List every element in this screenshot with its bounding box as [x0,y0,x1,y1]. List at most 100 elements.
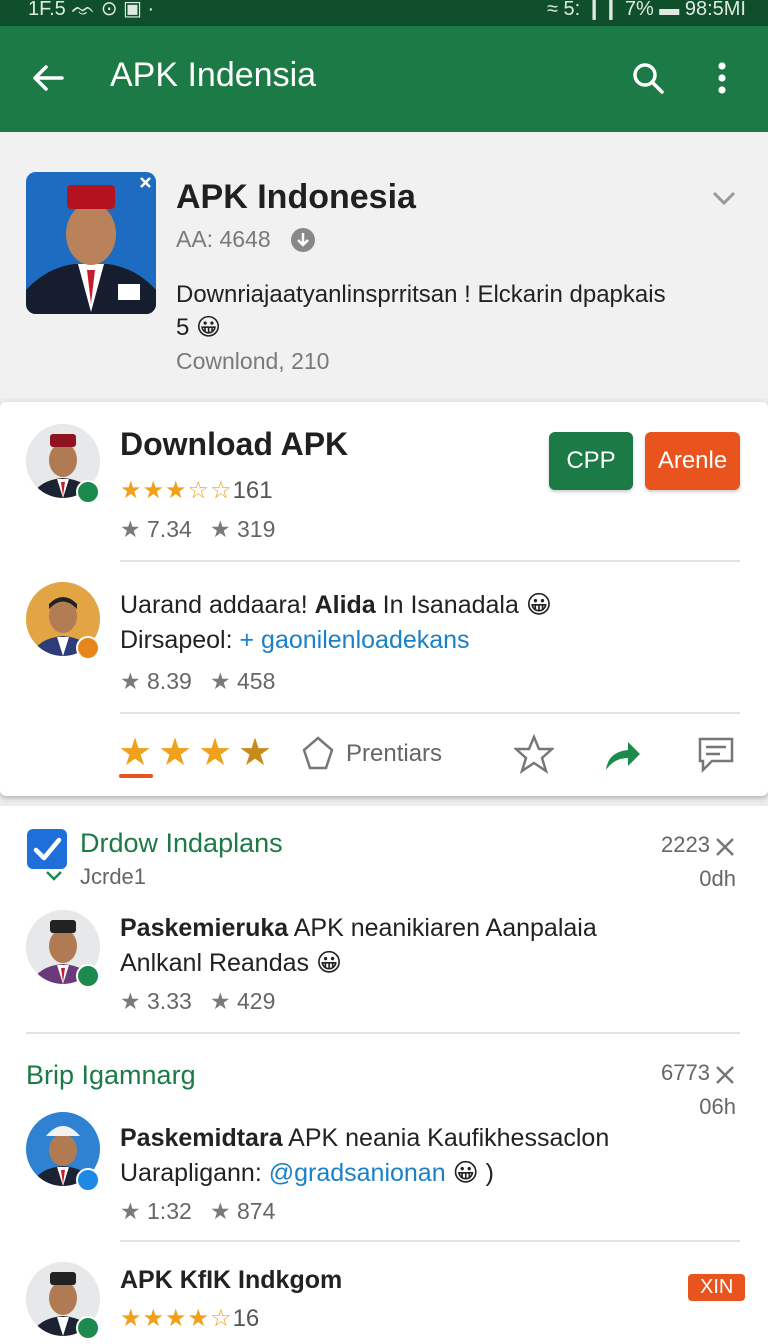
card-stat-b: ★ 319 [210,516,275,543]
app-header: APK Indonesia AA: 4648 Downriajaatyanlin… [0,132,768,398]
status-right: ≈ 5: ❙❙ 7% ▬ 98:5MI [546,0,746,20]
card-stat-a: ★ 7.34 [120,516,192,543]
item-2-stat-a-value: 1:32 [147,1198,192,1224]
download-card: Download APK ★★★☆☆161 ★ 7.34 ★ 319 CPP A… [0,402,768,796]
rate-star-2[interactable]: ★ [158,730,192,775]
rating-stars: ★★★☆☆161 [120,476,273,505]
divider [26,1032,740,1034]
item-2-title-rest: APK neania Kaufikhessaclon [282,1124,610,1152]
item-2-line-2: Uarapligann: @gradsanionan 😀 ) [120,1158,494,1188]
item-3-tag[interactable]: XIN [688,1274,746,1301]
section-title-1[interactable]: Drdow Indaplans [80,828,283,859]
star-icon: ★ [120,516,141,542]
rate-label[interactable]: Prentiars [346,740,442,768]
section-time-2: 06h [699,1094,736,1119]
rate-star-1[interactable]: ★ [118,730,152,775]
verified-badge-icon [76,964,100,988]
tag-outline-icon[interactable] [298,734,338,774]
verified-badge-icon [76,1316,100,1340]
item-3-title[interactable]: APK KfIK Indkgom [120,1266,342,1295]
app-bar-title: APK Indensia [110,56,317,94]
stars-glyphs: ★★★☆☆ [120,477,233,504]
close-icon[interactable] [714,1064,736,1086]
star-outline-icon[interactable] [514,734,554,774]
feed-list: Drdow Indaplans Jcrde1 2223 0dh Paskemie… [0,806,768,1344]
post-link[interactable]: + gaonilenloadekans [240,626,470,654]
item-1-author: Paskemieruka [120,914,289,942]
item-2-stat-a: ★ 1:32 [120,1198,192,1225]
item-2-line-end: 😀 ) [445,1159,494,1187]
item-2-link[interactable]: @gradsanionan [269,1159,446,1187]
item-1-stat-b: ★ 429 [210,988,275,1015]
section-title-2[interactable]: Brip Igamnarg [26,1060,196,1091]
rate-underline [119,774,153,778]
post-stat-b: ★ 458 [210,668,275,695]
section-count-1: 2223 [661,832,710,857]
close-icon[interactable] [714,836,736,858]
star-icon: ★ [120,988,141,1014]
post-stat-b-value: 458 [237,668,276,694]
card-stat-b-value: 319 [237,516,276,542]
status-badge-icon [76,636,100,660]
post-stat-a-value: 8.39 [147,668,192,694]
more-vert-icon[interactable] [712,58,732,98]
primary-button[interactable]: CPP [549,432,633,490]
share-arrow-icon[interactable] [602,734,642,774]
item-1-line-2: Anlkanl Reandas 😀 [120,949,343,977]
divider [120,560,740,562]
rate-star-4[interactable]: ★ [238,730,272,775]
star-icon: ★ [210,988,231,1014]
checkbox-icon[interactable] [26,828,68,870]
item-1-stat-a-value: 3.33 [147,988,192,1014]
search-icon[interactable] [628,58,668,98]
item-2-author: Paskemidtara [120,1124,283,1152]
chevron-down-icon[interactable] [710,184,738,212]
item-3-rating-count: 16 [232,1305,260,1332]
item-2-label: Uarapligann: [120,1159,269,1187]
comment-icon[interactable] [696,734,736,774]
item-1-title-rest: APK neanikiaren Aanpalaia [288,914,597,942]
star-icon: ★ [210,668,231,694]
item-1-stat-a: ★ 3.33 [120,988,192,1015]
download-info-icon[interactable] [290,227,316,253]
item-3-rating: ★★★★☆16 [120,1304,259,1333]
post-highlight: Alida [314,591,376,619]
card-title: Download APK [120,426,349,462]
star-icon: ★ [210,1198,231,1224]
item-1-stat-b-value: 429 [237,988,276,1014]
post-text-end: In Isanadala 😀 [375,591,552,619]
app-description: Downriajaatyanlinsprritsan ! Elckarin dp… [176,278,746,344]
verified-badge-icon [76,480,100,504]
post-label: Dirsapeol: [120,626,240,654]
chevron-down-icon[interactable] [44,868,64,884]
back-arrow-icon[interactable] [28,58,68,98]
download-count: Cownlond, 210 [176,348,330,374]
post-line-2: Dirsapeol: + gaonilenloadekans [120,626,470,655]
rate-star-3[interactable]: ★ [198,730,232,775]
secondary-button[interactable]: Arenle [645,432,740,490]
status-bar: 1F.5 ᨎ ⊙ ▣ · ≈ 5: ❙❙ 7% ▬ 98:5MI [0,0,768,26]
star-icon: ★ [120,668,141,694]
card-stat-a-value: 7.34 [147,516,192,542]
post-text: Uarand addaara! [120,591,315,619]
star-icon: ★ [210,516,231,542]
divider [120,712,740,714]
item-2-title[interactable]: Paskemidtara APK neania Kaufikhessaclon [120,1124,609,1153]
section-time-1: 0dh [699,866,736,891]
app-bar: APK Indensia [0,26,768,132]
post-stat-a: ★ 8.39 [120,668,192,695]
description-line-1: Downriajaatyanlinsprritsan ! Elckarin dp… [176,281,666,308]
description-line-2: 5 😀 [176,314,222,341]
item-2-stat-b-value: 874 [237,1198,276,1224]
stars-glyphs: ★★★★☆ [120,1305,233,1332]
app-icon [26,172,156,314]
post-line-1: Uarand addaara! Alida In Isanadala 😀 [120,590,552,620]
item-1-title[interactable]: Paskemieruka APK neanikiaren Aanpalaia [120,914,597,943]
star-icon: ★ [120,1198,141,1224]
section-subtitle-1: Jcrde1 [80,864,147,889]
item-2-stat-b: ★ 874 [210,1198,275,1225]
verified-badge-icon [76,1168,100,1192]
divider [120,1240,740,1242]
app-meta: AA: 4648 [176,226,271,252]
person-portrait-icon [26,172,156,314]
